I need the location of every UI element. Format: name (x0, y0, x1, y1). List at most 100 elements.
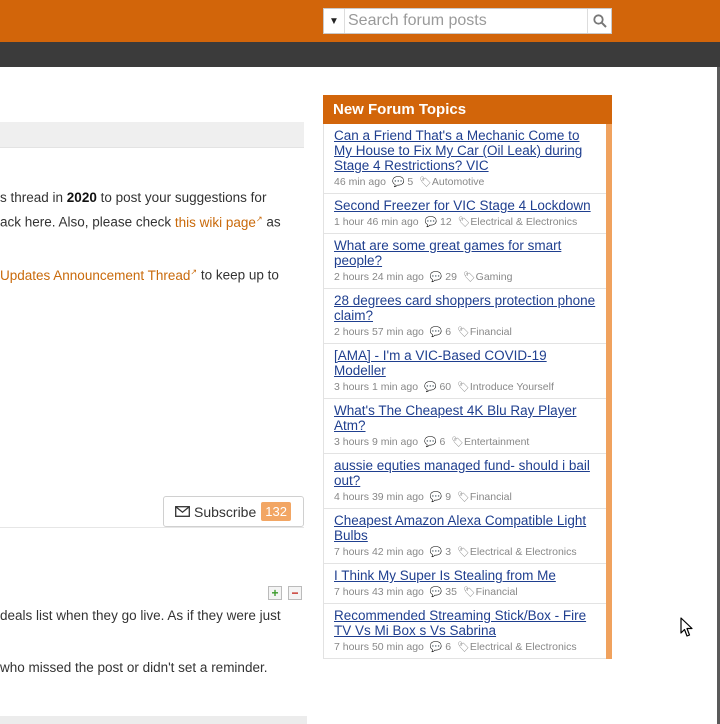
topic-time: 3 hours 9 min ago (334, 436, 419, 448)
search-box: ▼ (323, 8, 612, 34)
topic-item: What are some great games for smart peop… (324, 234, 606, 289)
vote-down-button[interactable]: − (288, 586, 302, 600)
subscribe-count-badge: 132 (261, 502, 291, 521)
topic-meta: 46 min ago 💬 5 🏷Automotive (334, 176, 598, 189)
comment-icon: 💬 (424, 217, 438, 228)
topic-time: 2 hours 24 min ago (334, 271, 424, 283)
search-scope-dropdown[interactable]: ▼ (324, 9, 345, 33)
topic-time: 3 hours 1 min ago (334, 381, 419, 393)
new-forum-topics-panel: New Forum Topics Can a Friend That's a M… (323, 95, 612, 659)
topic-time: 4 hours 39 min ago (334, 491, 424, 503)
post-line-2: who missed the post or didn't set a remi… (0, 660, 268, 675)
topic-title-link[interactable]: Recommended Streaming Stick/Box - Fire T… (334, 608, 598, 638)
tag-icon: 🏷 (462, 272, 476, 283)
topic-item: Second Freezer for VIC Stage 4 Lockdown 1… (324, 194, 606, 234)
search-icon (592, 14, 607, 28)
comment-count: 5 (407, 176, 414, 188)
topic-meta: 7 hours 43 min ago 💬 35 🏷Financial (334, 586, 598, 599)
envelope-icon (175, 506, 190, 517)
topic-title-link[interactable]: What are some great games for smart peop… (334, 238, 598, 268)
external-link-icon: ↗ (255, 214, 263, 223)
main-content: s thread in 2020 to post your suggestion… (0, 67, 310, 724)
topic-title-link[interactable]: What's The Cheapest 4K Blu Ray Player At… (334, 403, 598, 433)
topic-title-link[interactable]: Can a Friend That's a Mechanic Come to M… (334, 128, 598, 173)
post-line-1: deals list when they go live. As if they… (0, 608, 281, 623)
topic-item: What's The Cheapest 4K Blu Ray Player At… (324, 399, 606, 454)
comment-count: 6 (439, 436, 446, 448)
post-footer-bar (0, 716, 307, 724)
content-header-bar (0, 122, 304, 148)
topic-item: Cheapest Amazon Alexa Compatible Light B… (324, 509, 606, 564)
topic-item: [AMA] - I'm a VIC-Based COVID-19 Modelle… (324, 344, 606, 399)
topic-meta: 7 hours 50 min ago 💬 6 🏷Electrical & Elect… (334, 641, 598, 654)
comment-count: 29 (445, 271, 457, 283)
announcement-thread-link[interactable]: Updates Announcement Thread↗ (0, 267, 197, 283)
comment-icon: 💬 (391, 177, 405, 188)
panel-title: New Forum Topics (323, 95, 612, 124)
text: to post your suggestions for (96, 190, 267, 205)
comment-icon: 💬 (424, 382, 437, 393)
search-input[interactable] (345, 9, 587, 33)
topic-title-link[interactable]: 28 degrees card shoppers protection phon… (334, 293, 598, 323)
intro-line-3: Updates Announcement Thread↗ to keep up … (0, 263, 279, 285)
topic-category-link[interactable]: Automotive (432, 176, 485, 188)
text: s thread in (0, 190, 67, 205)
tag-icon: 🏷 (457, 217, 471, 228)
tag-icon: 🏷 (457, 382, 470, 393)
topic-title-link[interactable]: aussie equties managed fund- should i ba… (334, 458, 598, 488)
topic-category-link[interactable]: Financial (470, 326, 512, 338)
topic-meta: 3 hours 1 min ago 💬 60 🏷Introduce Yourself (334, 381, 598, 394)
comment-icon: 💬 (429, 492, 443, 503)
topic-category-link[interactable]: Entertainment (464, 436, 529, 448)
topic-item: Recommended Streaming Stick/Box - Fire T… (324, 604, 606, 659)
topic-time: 7 hours 43 min ago (334, 586, 424, 598)
topic-title-link[interactable]: I Think My Super Is Stealing from Me (334, 568, 598, 583)
vote-up-button[interactable]: + (268, 586, 282, 600)
comment-count: 3 (445, 546, 452, 558)
comment-count: 6 (445, 326, 452, 338)
tag-icon: 🏷 (457, 642, 470, 653)
topic-time: 1 hour 46 min ago (334, 216, 419, 228)
search-button[interactable] (587, 9, 611, 33)
topic-time: 2 hours 57 min ago (334, 326, 424, 338)
topic-item: I Think My Super Is Stealing from Me 7 ho… (324, 564, 606, 604)
topic-meta: 2 hours 57 min ago 💬 6 🏷Financial (334, 326, 598, 339)
subscribe-button[interactable]: Subscribe 132 (163, 496, 304, 527)
comment-count: 60 (439, 381, 452, 393)
tag-icon: 🏷 (462, 587, 476, 598)
topic-time: 7 hours 42 min ago (334, 546, 424, 558)
topic-title-link[interactable]: Cheapest Amazon Alexa Compatible Light B… (334, 513, 598, 543)
tag-icon: 🏷 (451, 437, 464, 448)
topic-item: aussie equties managed fund- should i ba… (324, 454, 606, 509)
nav-bar (0, 42, 720, 67)
text: to keep up to (197, 267, 279, 283)
topic-category-link[interactable]: Introduce Yourself (470, 381, 554, 393)
wiki-page-link[interactable]: this wiki page↗ (175, 214, 263, 230)
topic-category-link[interactable]: Electrical & Electronics (470, 216, 577, 228)
topic-title-link[interactable]: [AMA] - I'm a VIC-Based COVID-19 Modelle… (334, 348, 598, 378)
text: as (262, 214, 281, 230)
topic-meta: 1 hour 46 min ago 💬 12 🏷Electrical & Elect… (334, 216, 598, 229)
comment-icon: 💬 (424, 437, 437, 448)
top-header-bar: ▼ (0, 0, 720, 42)
topic-meta: 4 hours 39 min ago 💬 9 🏷Financial (334, 491, 598, 504)
topic-title-link[interactable]: Second Freezer for VIC Stage 4 Lockdown (334, 198, 598, 213)
topic-category-link[interactable]: Financial (470, 491, 512, 503)
topic-category-link[interactable]: Gaming (476, 271, 513, 283)
tag-icon: 🏷 (457, 492, 470, 503)
year-bold: 2020 (66, 190, 97, 205)
topic-category-link[interactable]: Financial (476, 586, 518, 598)
topic-category-link[interactable]: Electrical & Electronics (470, 641, 577, 653)
intro-line-2: ack here. Also, please check this wiki p… (0, 210, 281, 232)
topic-time: 46 min ago (334, 176, 386, 188)
comment-icon: 💬 (429, 587, 443, 598)
topic-time: 7 hours 50 min ago (334, 641, 424, 653)
comment-icon: 💬 (429, 272, 443, 283)
topic-item: 28 degrees card shoppers protection phon… (324, 289, 606, 344)
comment-icon: 💬 (429, 327, 443, 338)
topic-item: Can a Friend That's a Mechanic Come to M… (324, 124, 606, 194)
comment-count: 35 (445, 586, 457, 598)
topic-meta: 3 hours 9 min ago 💬 6 🏷Entertainment (334, 436, 598, 449)
topic-category-link[interactable]: Electrical & Electronics (470, 546, 577, 558)
tag-icon: 🏷 (457, 547, 470, 558)
